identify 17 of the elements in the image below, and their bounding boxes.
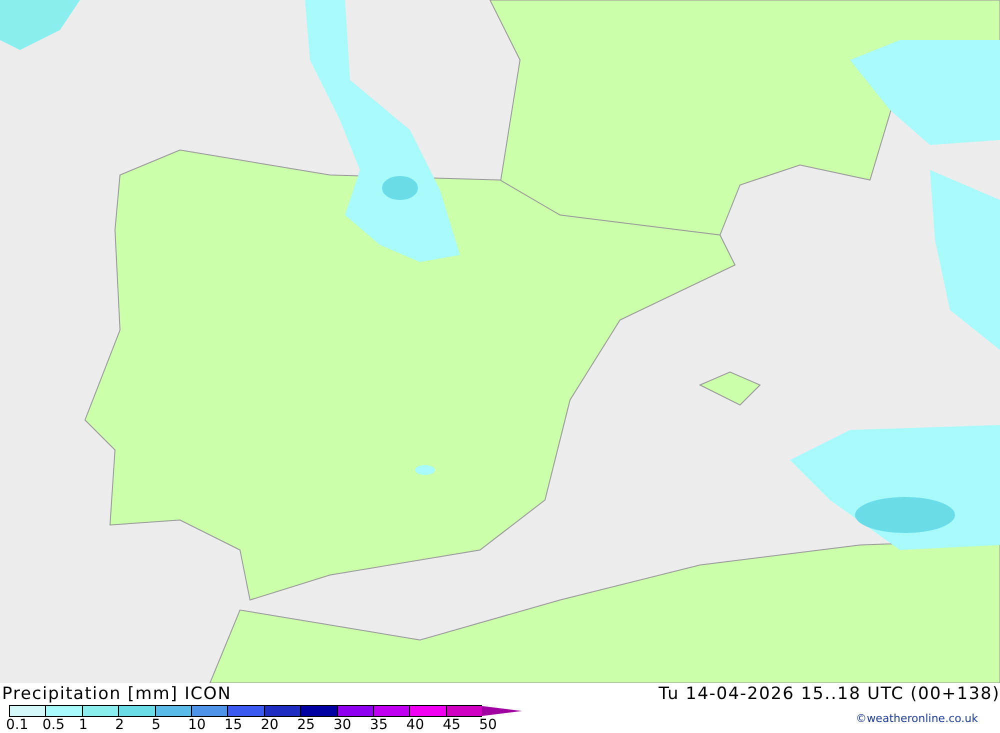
scale-label: 45 — [442, 717, 462, 733]
scale-label: 1 — [78, 717, 89, 733]
scale-label: 5 — [152, 717, 162, 733]
scale-label: 30 — [334, 717, 352, 733]
credit-text: ©weatheronline.co.uk — [856, 712, 978, 725]
map-title: Precipitation [mm] ICON — [2, 683, 232, 705]
scale-label: 35 — [370, 717, 389, 733]
scale-label: 10 — [188, 717, 207, 733]
scale-label: 50 — [479, 717, 498, 733]
scale-label: 15 — [224, 717, 244, 733]
scale-label: 0.5 — [42, 717, 66, 733]
valid-time: Tu 14-04-2026 15..18 UTC (00+138) — [658, 683, 1000, 705]
scale-label: 40 — [406, 717, 426, 733]
scale-label: 0.1 — [6, 717, 30, 733]
scale-label: 25 — [297, 717, 316, 733]
scale-label: 20 — [260, 717, 280, 733]
scale-label: 2 — [115, 717, 126, 733]
